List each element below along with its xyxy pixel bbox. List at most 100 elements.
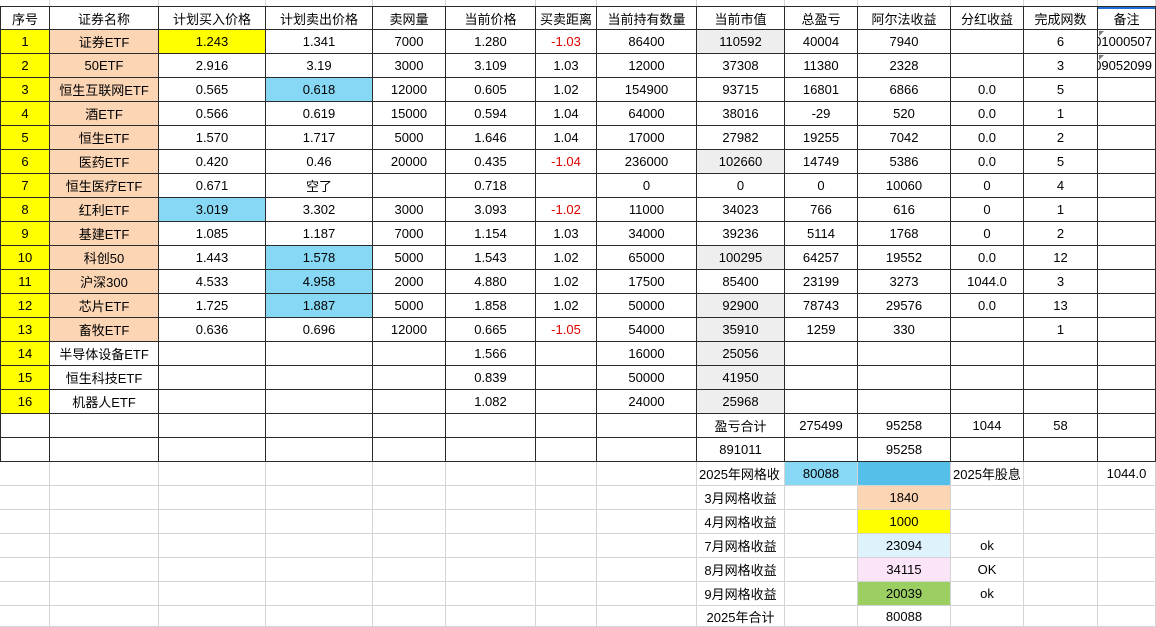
empty-cell[interactable] <box>1024 582 1098 606</box>
empty-cell[interactable] <box>266 462 373 486</box>
seq-cell[interactable]: 15 <box>0 366 50 390</box>
dividend-cell[interactable]: 0 <box>951 174 1024 198</box>
sell-qty-cell[interactable] <box>373 342 446 366</box>
seq-cell[interactable]: 10 <box>0 246 50 270</box>
current-price-cell[interactable]: 1.543 <box>446 246 536 270</box>
sell-qty-cell[interactable]: 7000 <box>373 222 446 246</box>
alpha-return-cell[interactable]: 10060 <box>858 174 951 198</box>
month-label[interactable]: 8月网格收益 <box>697 558 785 582</box>
empty-cell[interactable] <box>1024 534 1098 558</box>
total-pnl-cell[interactable]: 0 <box>785 174 858 198</box>
empty-cell[interactable] <box>785 534 858 558</box>
market-value-cell[interactable]: 92900 <box>697 294 785 318</box>
empty-cell[interactable] <box>597 606 697 627</box>
sell-price-cell[interactable]: 3.19 <box>266 54 373 78</box>
seq-cell[interactable]: 1 <box>0 30 50 54</box>
sell-price-cell[interactable]: 1.578 <box>266 246 373 270</box>
distance-cell[interactable] <box>536 342 597 366</box>
month-label[interactable]: 3月网格收益 <box>697 486 785 510</box>
grids-done-cell[interactable]: 3 <box>1024 270 1098 294</box>
empty-cell[interactable] <box>159 510 266 534</box>
seq-cell[interactable]: 12 <box>0 294 50 318</box>
grids-done-cell[interactable]: 1 <box>1024 102 1098 126</box>
total-pnl-cell[interactable]: 1259 <box>785 318 858 342</box>
empty-cell[interactable] <box>785 558 858 582</box>
distance-cell[interactable] <box>536 174 597 198</box>
holding-qty-cell[interactable]: 34000 <box>597 222 697 246</box>
grids-done-cell[interactable]: 2 <box>1024 126 1098 150</box>
alpha-return-cell[interactable] <box>858 366 951 390</box>
buy-price-cell[interactable]: 1.085 <box>159 222 266 246</box>
total-pnl-cell[interactable] <box>785 366 858 390</box>
holding-qty-cell[interactable]: 54000 <box>597 318 697 342</box>
empty-cell[interactable] <box>446 510 536 534</box>
seq-cell[interactable]: 6 <box>0 150 50 174</box>
empty-cell[interactable] <box>159 534 266 558</box>
dividend-cell[interactable] <box>951 54 1024 78</box>
empty-cell[interactable] <box>536 534 597 558</box>
sell-price-cell[interactable]: 1.887 <box>266 294 373 318</box>
holding-qty-cell[interactable]: 50000 <box>597 294 697 318</box>
empty-cell[interactable] <box>373 606 446 627</box>
name-cell[interactable]: 畜牧ETF <box>50 318 159 342</box>
buy-price-cell[interactable]: 0.566 <box>159 102 266 126</box>
name-cell[interactable]: 恒生科技ETF <box>50 366 159 390</box>
market-value-cell[interactable]: 37308 <box>697 54 785 78</box>
empty-cell[interactable] <box>536 582 597 606</box>
holding-qty-cell[interactable]: 86400 <box>597 30 697 54</box>
distance-cell[interactable]: 1.04 <box>536 126 597 150</box>
empty-cell[interactable] <box>50 462 159 486</box>
empty-cell[interactable] <box>785 486 858 510</box>
holding-qty-cell[interactable]: 0 <box>597 174 697 198</box>
month-value[interactable]: 1000 <box>858 510 951 534</box>
total-pnl-cell[interactable]: 16801 <box>785 78 858 102</box>
distance-cell[interactable]: 1.03 <box>536 222 597 246</box>
header-sell-qty[interactable]: 卖网量 <box>373 6 446 30</box>
current-price-cell[interactable]: 0.594 <box>446 102 536 126</box>
grids-done-cell[interactable]: 5 <box>1024 150 1098 174</box>
note-sum[interactable] <box>1098 438 1156 462</box>
current-price-total[interactable] <box>446 414 536 438</box>
buy-price-cell[interactable]: 2.916 <box>159 54 266 78</box>
year-total-label[interactable]: 2025年合计 <box>697 606 785 627</box>
empty-cell[interactable] <box>1024 558 1098 582</box>
sell-qty-cell[interactable]: 12000 <box>373 78 446 102</box>
sell-qty-sum[interactable] <box>373 438 446 462</box>
header-dividend[interactable]: 分红收益 <box>951 6 1024 30</box>
sell-qty-cell[interactable]: 7000 <box>373 30 446 54</box>
empty-cell[interactable] <box>0 582 50 606</box>
distance-cell[interactable]: -1.05 <box>536 318 597 342</box>
empty-cell[interactable] <box>1098 486 1156 510</box>
sell-price-cell[interactable]: 4.958 <box>266 270 373 294</box>
market-value-cell[interactable]: 35910 <box>697 318 785 342</box>
distance-cell[interactable]: 1.03 <box>536 54 597 78</box>
name-cell[interactable]: 科创50 <box>50 246 159 270</box>
holding-qty-cell[interactable]: 17500 <box>597 270 697 294</box>
sell-price-cell[interactable]: 1.187 <box>266 222 373 246</box>
note-cell[interactable] <box>1098 174 1156 198</box>
grids-done-cell[interactable]: 13 <box>1024 294 1098 318</box>
sell-price-total[interactable] <box>266 414 373 438</box>
distance-cell[interactable]: 1.02 <box>536 246 597 270</box>
empty-cell[interactable] <box>1024 606 1098 627</box>
empty-cell[interactable] <box>0 462 50 486</box>
empty-cell[interactable] <box>266 510 373 534</box>
empty-cell[interactable] <box>536 462 597 486</box>
dividend-cell[interactable]: 0 <box>951 198 1024 222</box>
empty-cell[interactable] <box>373 486 446 510</box>
sell-price-sum[interactable] <box>266 438 373 462</box>
empty-cell[interactable] <box>785 582 858 606</box>
empty-cell[interactable] <box>951 606 1024 627</box>
note-cell[interactable] <box>1098 318 1156 342</box>
grid-income-label[interactable]: 2025年网格收 <box>697 462 785 486</box>
market-value-cell[interactable]: 27982 <box>697 126 785 150</box>
market-value-cell[interactable]: 25056 <box>697 342 785 366</box>
grids-done-cell[interactable]: 4 <box>1024 174 1098 198</box>
total-pnl-cell[interactable]: 19255 <box>785 126 858 150</box>
empty-cell[interactable] <box>446 606 536 627</box>
grids-done-cell[interactable]: 1 <box>1024 198 1098 222</box>
alpha-return-cell[interactable]: 520 <box>858 102 951 126</box>
distance-total[interactable] <box>536 414 597 438</box>
empty-cell[interactable] <box>446 534 536 558</box>
empty-cell[interactable] <box>373 462 446 486</box>
